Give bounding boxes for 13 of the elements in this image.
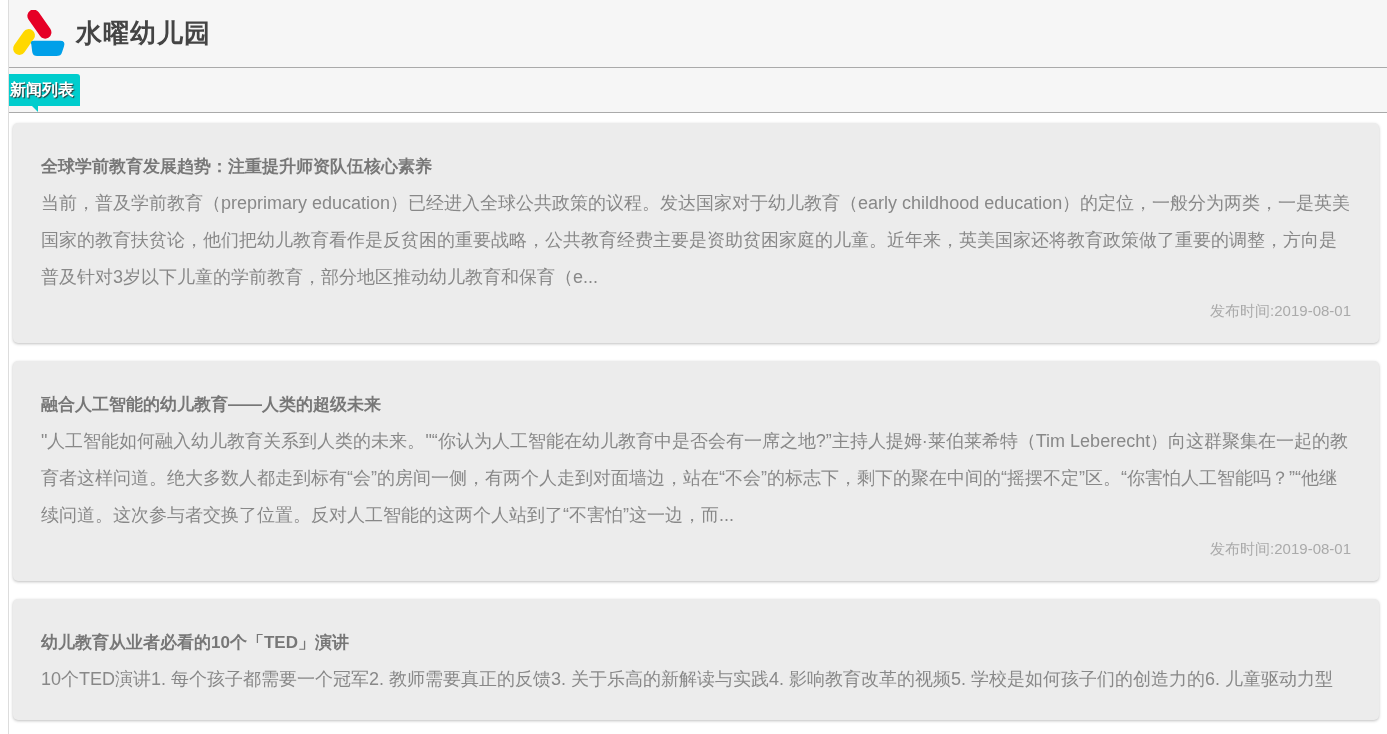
news-card[interactable]: 幼儿教育从业者必看的10个「TED」演讲 10个TED演讲1. 每个孩子都需要一个冠军2. 教师需要真正的反馈3. 关于乐高的新解读与实践4. 影响教育改革的视频5. 学校是如何孩子们的创造力的6. 儿童驱动力型 [13,599,1379,720]
news-excerpt: 10个TED演讲1. 每个孩子都需要一个冠军2. 教师需要真正的反馈3. 关于乐高的新解读与实践4. 影响教育改革的视频5. 学校是如何孩子们的创造力的6. 儿童驱动力型 [41,668,1335,691]
news-excerpt: "人工智能如何融入幼儿教育关系到人类的未来。"“你认为人工智能在幼儿教育中是否会有一席之地?”主持人提姆·莱伯莱希特（Tim Leberecht）向这群聚集在一起的教育者这样问道。绝大多数人都走到标有“会”的房间一侧，有两个人走到对面墙边，站在“不会”的标志下，剩下的聚在中间的“摇摆不定”区。“你害怕人工智能吗？”“他继续问道。这次参与者交换了位置。反对人工智能的这两个人站到了“不害怕”这一边，而... [41,430,1350,527]
site-name: 水曜幼儿园 [76,17,211,50]
news-card[interactable] [13,361,1379,581]
publish-date: 发布时间:2019-08-01 [1210,540,1351,559]
news-title[interactable]: 幼儿教育从业者必看的10个「TED」演讲 [41,629,1351,657]
news-title[interactable]: 全球学前教育发展趋势：注重提升师资队伍核心素养 [41,153,1351,181]
tab[interactable]: 新闻列表 [9,74,80,112]
news-card[interactable] [13,123,1379,343]
news-excerpt: 当前，普及学前教育（preprimary education）已经进入全球公共政策的议程。发达国家对于幼儿教育（early childhood education）的定位，一般分为两类，一是英美国家的教育扶贫论，他们把幼儿教育看作是反贫困的重要战略，公共教育经费主要是资助贫困家庭的儿童。近年来，英美国家还将教育政策做了重要的调整，方向是普及针对3岁以下儿童的学前教育，部分地区推动幼儿教育和保育（e... [41,192,1351,289]
publish-date: 发布时间:2019-08-01 [1210,302,1351,321]
news-title[interactable]: 融合人工智能的幼儿教育——人类的超级未来 [41,391,1351,419]
